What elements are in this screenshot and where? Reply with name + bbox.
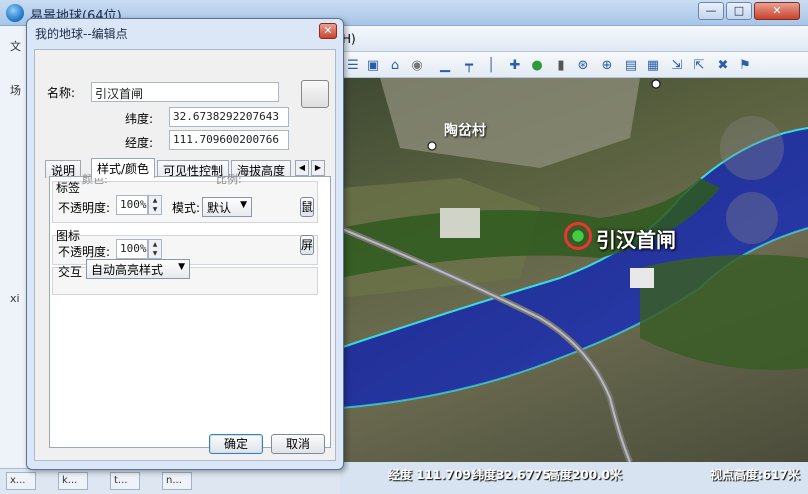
maximize-button[interactable]: □ bbox=[726, 2, 752, 20]
placemark-target-icon[interactable] bbox=[564, 222, 592, 250]
placemark-icon-button[interactable] bbox=[301, 80, 329, 108]
left-menu-text: 文 bbox=[10, 40, 21, 53]
menu-bar: H) bbox=[340, 26, 808, 52]
placemark-label: 引汉首闸 bbox=[596, 228, 676, 252]
icon-section-title: 图标 bbox=[56, 229, 81, 243]
village-label: 陶岔村 bbox=[444, 123, 486, 139]
left-tree-text: xi bbox=[10, 292, 20, 305]
toolbar: ☰ ▣ ⌂ ◉ ▁ ┯ │ ✚ ● ▮ ⊛ ⊕ ▤ ▦ ⇲ ⇱ ✖ ⚑ bbox=[340, 52, 808, 78]
dialog-body: 名称: 引汉首闸 纬度: 32.6738292207643 经度: 111.70… bbox=[34, 49, 336, 461]
longitude-label: 经度: bbox=[125, 136, 154, 150]
chevron-down-icon: ▼ bbox=[240, 200, 247, 210]
icon-opacity-input[interactable]: 100% bbox=[116, 239, 148, 259]
task-item[interactable]: t... bbox=[110, 472, 140, 490]
task-item[interactable]: k... bbox=[58, 472, 88, 490]
icon-opacity-label: 不透明度: bbox=[58, 245, 111, 259]
left-panel-text: 场 bbox=[10, 84, 21, 97]
taskbar: x... k... t... n... bbox=[0, 468, 340, 494]
bulb-icon[interactable]: ◉ bbox=[408, 56, 426, 74]
terrain-canvas bbox=[340, 78, 808, 462]
export-icon[interactable]: ⇲ bbox=[668, 56, 686, 74]
label-opacity-input[interactable]: 100% bbox=[116, 195, 148, 215]
ruler-icon[interactable]: ▁ bbox=[436, 56, 454, 74]
screen-icon[interactable]: ⌂ bbox=[386, 56, 404, 74]
vertical-bar-icon[interactable]: │ bbox=[482, 56, 500, 74]
status-altitude: 高度200.0米 bbox=[548, 468, 622, 482]
interaction-label: 交互 bbox=[58, 265, 83, 279]
import-icon[interactable]: ⇱ bbox=[690, 56, 708, 74]
icon-side-button[interactable]: 屏 bbox=[300, 235, 314, 255]
label-side-button[interactable]: 鼠 bbox=[300, 197, 314, 217]
grid-icon[interactable]: ▦ bbox=[644, 56, 662, 74]
app-globe-icon bbox=[6, 4, 24, 22]
interaction-select[interactable]: 自动高亮样式 ▼ bbox=[86, 259, 190, 279]
label-section-title: 标签 bbox=[56, 181, 81, 195]
camera-icon[interactable]: ▤ bbox=[622, 56, 640, 74]
longitude-input[interactable]: 111.709600200766 bbox=[169, 130, 289, 150]
scale-label-clipped: 比例: bbox=[216, 173, 242, 186]
delete-icon[interactable]: ✖ bbox=[714, 56, 732, 74]
status-bar: 经度 111.7093 纬度32.6775 高度200.0米 视点高度:617米 bbox=[340, 462, 808, 486]
pin-icon[interactable]: ┯ bbox=[460, 56, 478, 74]
icon-opacity-spinner[interactable]: ▲ ▼ bbox=[148, 239, 162, 259]
label-opacity-label: 不透明度: bbox=[58, 201, 111, 215]
image-icon[interactable]: ▣ bbox=[364, 56, 382, 74]
trash-icon[interactable]: ▮ bbox=[552, 56, 570, 74]
latitude-label: 纬度: bbox=[125, 112, 154, 126]
tab-scroll-right-icon[interactable]: ▶ bbox=[311, 160, 325, 176]
edit-point-dialog: 我的地球--编辑点 ✕ 名称: 引汉首闸 纬度: 32.673829220764… bbox=[26, 18, 344, 470]
task-item[interactable]: n... bbox=[162, 472, 192, 490]
paste-icon[interactable]: ☰ bbox=[344, 56, 362, 74]
tab-scroll-left-icon[interactable]: ◀ bbox=[295, 160, 309, 176]
chevron-down-icon: ▼ bbox=[178, 262, 185, 272]
plus-node-icon[interactable]: ✚ bbox=[506, 56, 524, 74]
label-opacity-spinner[interactable]: ▲ ▼ bbox=[148, 195, 162, 215]
status-view-altitude: 视点高度:617米 bbox=[710, 468, 800, 482]
name-label: 名称: bbox=[47, 86, 76, 100]
left-panel: 文 场 xi bbox=[0, 26, 28, 468]
task-item[interactable]: x... bbox=[6, 472, 36, 490]
dialog-close-button[interactable]: ✕ bbox=[319, 23, 337, 39]
dialog-title: 我的地球--编辑点 bbox=[35, 27, 128, 41]
latitude-input[interactable]: 32.6738292207643 bbox=[169, 107, 289, 127]
globe-icon[interactable]: ● bbox=[528, 56, 546, 74]
interaction-value: 自动高亮样式 bbox=[91, 263, 164, 277]
tab-style-color[interactable]: 样式/颜色 bbox=[91, 158, 156, 178]
close-button[interactable]: ✕ bbox=[754, 2, 800, 20]
style-panel: 标签 颜色: 比例: 不透明度: 100% ▲ ▼ 模式: 默认 ▼ 鼠 图标 不透… bbox=[49, 173, 331, 448]
mode-select[interactable]: 默认 ▼ bbox=[202, 197, 252, 217]
cancel-button[interactable]: 取消 bbox=[271, 434, 325, 454]
mode-label: 模式: bbox=[172, 201, 201, 215]
ok-button[interactable]: 确定 bbox=[209, 434, 263, 454]
status-latitude: 纬度32.6775 bbox=[472, 468, 551, 482]
earth-3d-view[interactable]: 陶岔村 引汉首闸 bbox=[340, 78, 808, 462]
target-icon[interactable]: ⊕ bbox=[598, 56, 616, 74]
menu-item-help[interactable]: H) bbox=[342, 32, 356, 46]
name-input[interactable]: 引汉首闸 bbox=[91, 82, 279, 102]
minimize-button[interactable]: — bbox=[698, 2, 724, 20]
mode-value: 默认 bbox=[207, 201, 232, 215]
compass-icon[interactable]: ⊛ bbox=[574, 56, 592, 74]
status-longitude: 经度 111.7093 bbox=[388, 468, 480, 482]
flag-icon[interactable]: ⚑ bbox=[736, 56, 754, 74]
